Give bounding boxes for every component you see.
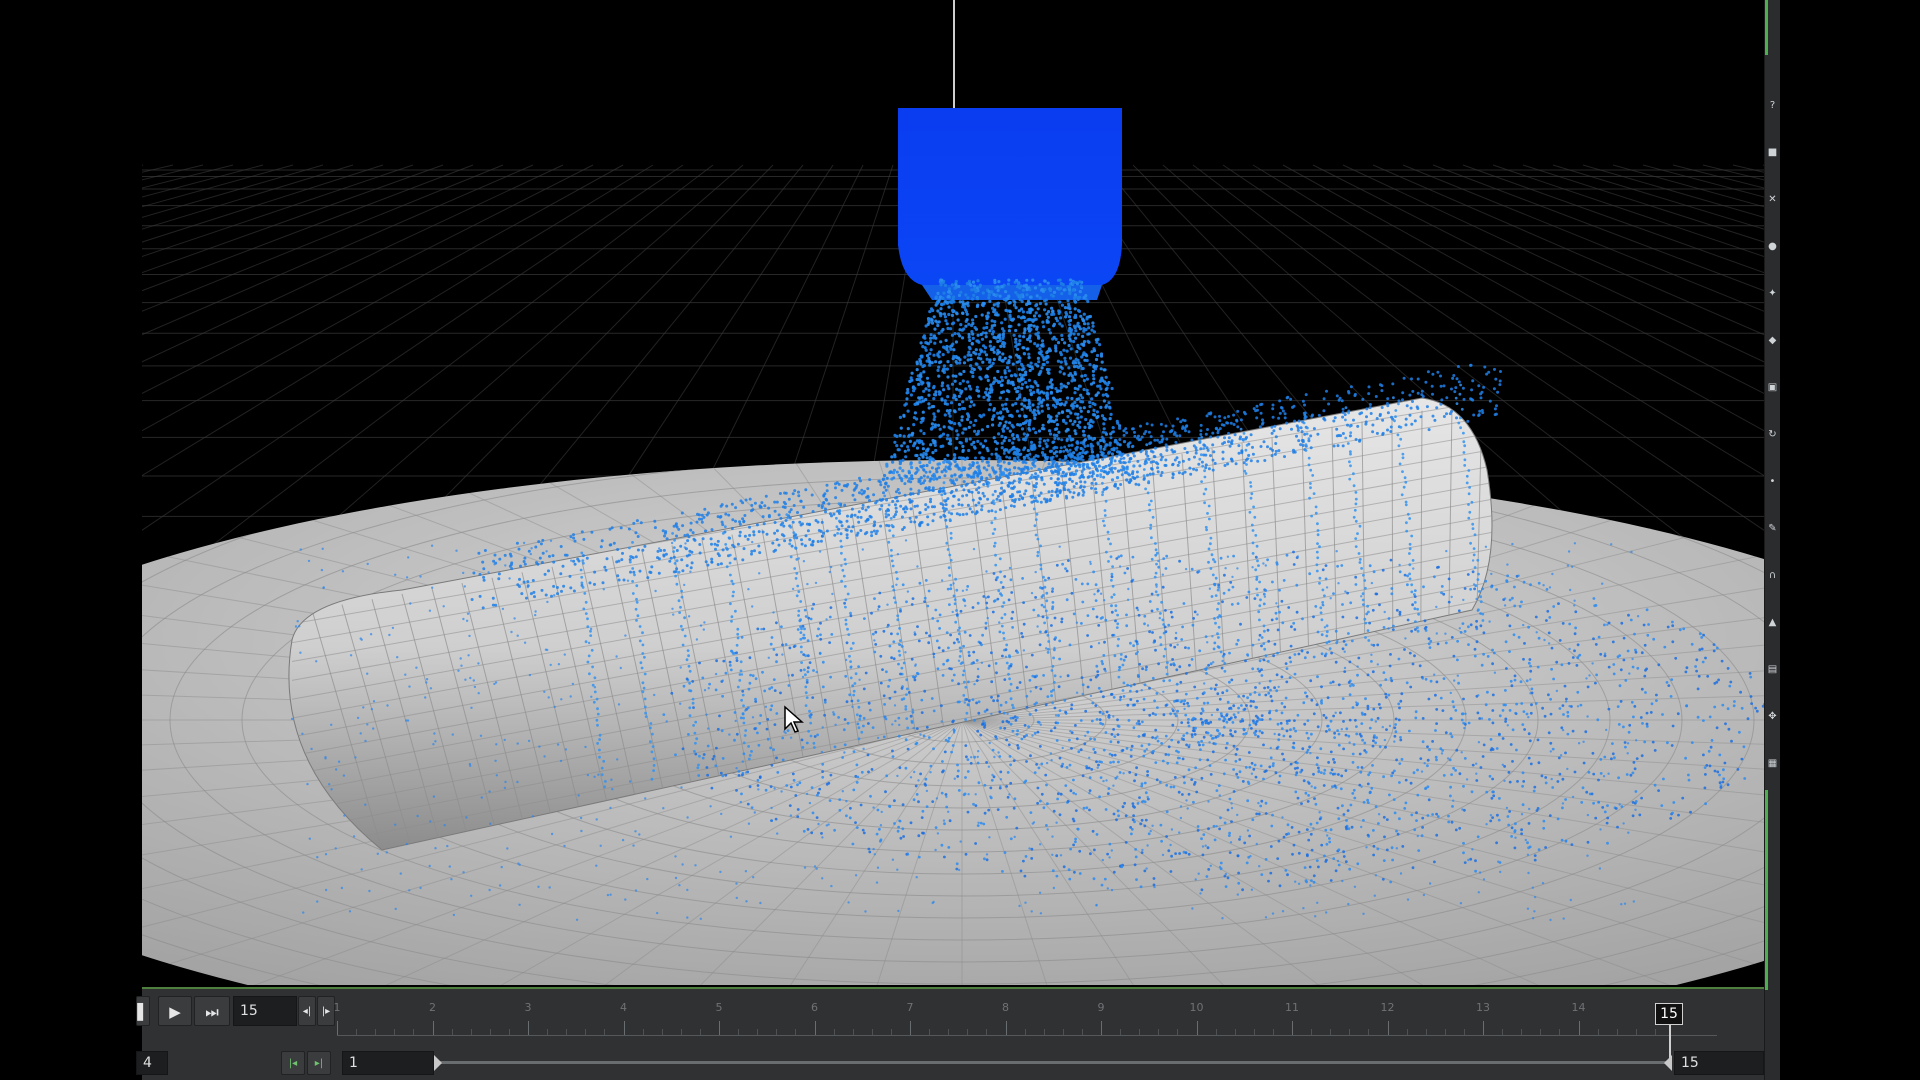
range-start-field[interactable]: 1 [342,1051,434,1075]
range-end-button[interactable]: ▸| [307,1051,331,1075]
timeline-major-tick [1292,1021,1293,1035]
timeline-major-tick [1196,1021,1198,1035]
timeline-major-tick [1578,1021,1580,1035]
jump-end-button[interactable]: ⏭ [194,996,230,1026]
timeline-frame-label: 2 [429,1001,436,1014]
range-slider-end-handle[interactable] [1664,1055,1672,1071]
timeline-frame-label: 14 [1571,1001,1586,1014]
timeline-frame-label: 6 [811,1001,818,1014]
step-back-button[interactable]: ◂| [298,996,316,1026]
close-icon[interactable]: ✕ [1767,194,1778,205]
timeline-frame-label: 3 [524,1001,532,1014]
current-frame-field[interactable]: 15 [233,996,297,1026]
timeline-frame-label: 7 [906,1001,914,1014]
play-button[interactable]: ▶ [158,996,192,1026]
grid-icon[interactable]: ▦ [1767,758,1778,769]
range-end-icon: ▸| [314,1058,324,1069]
magnet-icon[interactable]: ∩ [1767,570,1778,581]
right-letterbox [1779,0,1920,1080]
mouse-pointer-icon [784,705,804,733]
right-shelf-toolbar: ? ■ ✕ ● ✦ ◆ ▣ ↻ • ✎ ∩ ▲ ▤ ✥ ▦ [1764,0,1780,1080]
shelf-accent [1765,0,1768,55]
timeline-major-tick [814,1021,816,1035]
viewport-canvas[interactable] [142,0,1764,985]
range-start-button[interactable]: |◂ [281,1051,305,1075]
range-start-left-field[interactable]: 4 [136,1051,168,1075]
timeline-major-tick [1483,1021,1484,1035]
camera-icon[interactable]: ▣ [1767,382,1778,393]
lock-icon[interactable]: ■ [1767,147,1778,158]
display-icon[interactable]: ▤ [1767,664,1778,675]
timeline-major-tick [623,1021,625,1035]
scene-viewport[interactable] [142,0,1764,985]
help-icon[interactable]: ? [1767,100,1778,111]
pen-icon[interactable]: ✎ [1767,523,1778,534]
skip-to-end-icon: ⏭ [205,1003,219,1021]
timeline-major-tick [528,1021,529,1035]
range-slider-start-handle[interactable] [434,1055,442,1071]
timeline-frame-label: 10 [1189,1001,1204,1014]
step-back-icon: ◂| [302,1006,312,1017]
left-letterbox [0,0,142,1080]
dot-icon[interactable]: • [1767,476,1778,487]
step-forward-icon: |▸ [321,1006,331,1017]
sphere-icon[interactable]: ● [1767,241,1778,252]
timeline-frame-label: 13 [1476,1001,1490,1014]
current-frame-value: 15 [240,1003,258,1019]
range-end-value: 15 [1681,1055,1699,1071]
playbar: ▌ ▶ ⏭ 15 ◂| |▸ 1 2 3 4 5 6 7 8 9 10 11 12 13 14 15 4 … [136,987,1764,1080]
timeline-baseline [337,1035,1717,1036]
timeline-frame-label: 4 [620,1001,627,1014]
light-icon[interactable]: ✦ [1767,288,1778,299]
timeline-frame-label: 8 [1002,1001,1009,1014]
timeline-major-tick [432,1021,434,1035]
timeline-frame-label: 9 [1097,1001,1105,1014]
snap-icon[interactable]: ◆ [1767,335,1778,346]
range-start-value: 1 [349,1055,358,1071]
range-start-left-value: 4 [143,1055,152,1071]
timeline-ruler[interactable]: 1 2 3 4 5 6 7 8 9 10 11 12 13 14 [333,995,1717,1043]
timeline-major-tick [1387,1021,1389,1035]
timeline-frame-label: 12 [1380,1001,1395,1014]
step-forward-button[interactable]: |▸ [317,996,335,1026]
timeline-frame-label: 5 [715,1001,723,1014]
timeline-major-tick [1005,1021,1007,1035]
stop-icon: ▌ [137,1003,149,1021]
timeline-major-tick [910,1021,911,1035]
timeline-frame-label: 1 [333,1001,341,1014]
timeline-major-tick [719,1021,720,1035]
handle-icon[interactable]: ✥ [1767,711,1778,722]
range-start-icon: |◂ [288,1058,298,1069]
current-frame-marker[interactable]: 15 [1655,1003,1683,1025]
play-icon: ▶ [169,1003,181,1021]
rotate-icon[interactable]: ↻ [1767,429,1778,440]
timeline-frame-label: 11 [1285,1001,1299,1014]
measure-icon[interactable]: ▲ [1767,617,1778,628]
range-end-field[interactable]: 15 [1674,1051,1764,1075]
timeline-major-tick [337,1021,338,1035]
fluid-emitter [898,0,1122,300]
shelf-accent-lower [1765,790,1768,990]
stop-button[interactable]: ▌ [136,996,150,1026]
current-frame-marker-label: 15 [1660,1006,1678,1022]
range-slider[interactable] [438,1061,1672,1064]
timeline-major-tick [1101,1021,1102,1035]
